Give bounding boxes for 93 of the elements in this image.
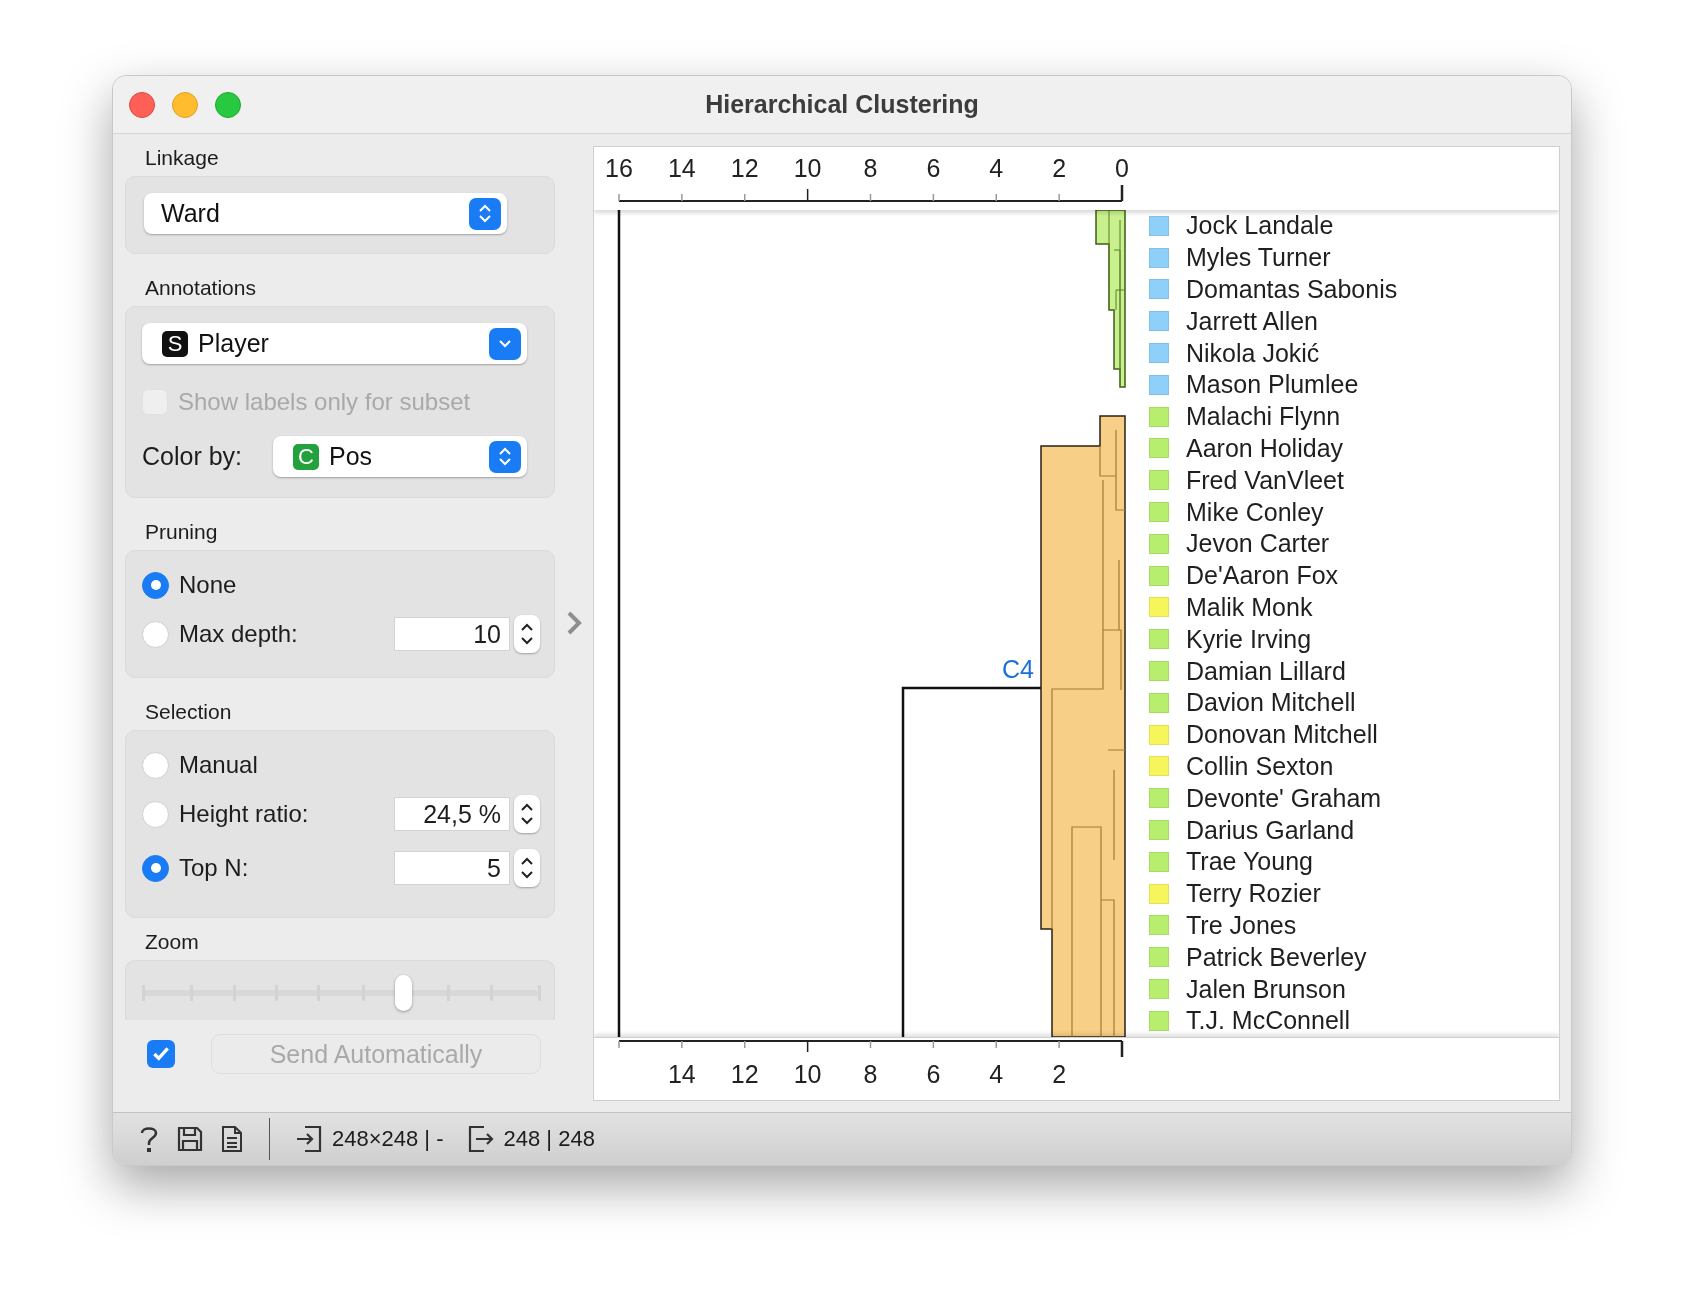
axis-tick-label: 12 xyxy=(730,1060,759,1088)
input-summary: 248×248 | - xyxy=(332,1126,444,1152)
section-label: Annotations xyxy=(145,276,256,299)
leaf-label[interactable]: De'Aaron Fox xyxy=(1186,561,1339,591)
leaf-label[interactable]: T.J. McConnell xyxy=(1186,1006,1350,1036)
categorical-type-badge: C xyxy=(293,443,319,470)
option-label: Height ratio: xyxy=(179,800,310,828)
section-label: Zoom xyxy=(145,930,199,953)
chevron-down-icon xyxy=(521,817,533,825)
leaf-label[interactable]: Devonte' Graham xyxy=(1186,783,1382,813)
stepper-control[interactable] xyxy=(514,795,540,833)
leaf-label[interactable]: Darius Garland xyxy=(1186,815,1355,845)
axis-tick-label: 10 xyxy=(793,1060,822,1088)
close-button[interactable] xyxy=(129,91,155,118)
leaf-label[interactable]: Jevon Carter xyxy=(1186,529,1330,559)
axis-tick-label: 4 xyxy=(989,154,1004,182)
leaf-label[interactable]: Fred VanVleet xyxy=(1186,465,1344,495)
leaf-label[interactable]: Davion Mitchell xyxy=(1186,688,1356,718)
leaf-label[interactable]: Jarrett Allen xyxy=(1186,306,1318,336)
number-field[interactable]: 24,5 % xyxy=(394,797,510,831)
leaf-label[interactable]: Nikola Jokić xyxy=(1186,338,1320,368)
minimize-button[interactable] xyxy=(172,91,198,118)
save-icon[interactable] xyxy=(177,1126,203,1152)
leaf-label[interactable]: Jalen Brunson xyxy=(1186,974,1346,1004)
leaf-label[interactable]: Patrick Beverley xyxy=(1186,942,1367,972)
axis-tick-label: 6 xyxy=(926,1060,941,1088)
section-label: Linkage xyxy=(145,146,219,169)
chevron-down-icon xyxy=(499,458,511,466)
annotation-dropdown[interactable]: S Player xyxy=(142,323,527,364)
stepper-control[interactable] xyxy=(514,615,540,653)
axis-tick-label: 8 xyxy=(863,154,878,182)
axis-tick-label: 0 xyxy=(1115,154,1129,182)
leaf-label[interactable]: Damian Lillard xyxy=(1186,656,1346,686)
zoom-slider[interactable] xyxy=(142,975,538,1011)
leaf-label[interactable]: Trae Young xyxy=(1186,847,1313,877)
linkage-dropdown[interactable]: Ward xyxy=(144,193,507,234)
leaf-label[interactable]: Malachi Flynn xyxy=(1186,402,1341,432)
leaf-label[interactable]: Donovan Mitchell xyxy=(1186,720,1378,750)
chevron-down-icon xyxy=(521,637,533,645)
input-icon xyxy=(296,1125,322,1153)
checkmark-icon xyxy=(151,1044,171,1064)
leaf-label[interactable]: Kyrie Irving xyxy=(1186,624,1312,654)
slider-thumb[interactable] xyxy=(395,975,413,1011)
leaf-label[interactable]: Aaron Holiday xyxy=(1186,433,1344,463)
option-label: Top N: xyxy=(179,854,250,882)
axis-tick-label: 12 xyxy=(730,154,759,182)
color-dropdown[interactable]: C Pos xyxy=(273,436,527,477)
checkbox-label: Show labels only for subset xyxy=(178,388,472,416)
chevron-up-icon xyxy=(521,623,533,631)
chevron-down-icon xyxy=(521,871,533,879)
number-field[interactable]: 5 xyxy=(394,851,510,885)
section-label: Selection xyxy=(145,700,232,723)
axis-tick-label: 2 xyxy=(1052,154,1067,182)
chevron-down-icon xyxy=(479,215,491,223)
section-label: Pruning xyxy=(145,520,218,543)
string-type-badge: S xyxy=(162,330,188,357)
axis-tick-label: 2 xyxy=(1052,1060,1067,1088)
leaf-label[interactable]: Mason Plumlee xyxy=(1186,370,1359,400)
number-field[interactable]: 10 xyxy=(394,617,510,651)
chevron-icon xyxy=(499,339,511,348)
axis-tick-label: 6 xyxy=(926,154,941,182)
leaf-label[interactable]: Terry Rozier xyxy=(1186,879,1321,909)
help-icon[interactable] xyxy=(139,1125,159,1153)
option-label: None xyxy=(179,571,238,599)
stepper-control[interactable] xyxy=(514,849,540,887)
leaf-label[interactable]: Tre Jones xyxy=(1186,910,1297,940)
leaf-label[interactable]: Myles Turner xyxy=(1186,243,1331,273)
chevron-up-icon xyxy=(479,204,491,212)
option-label: Manual xyxy=(179,751,259,779)
chevron-up-icon xyxy=(521,803,533,811)
leaf-label[interactable]: Collin Sexton xyxy=(1186,751,1334,781)
output-icon xyxy=(467,1125,494,1153)
chevron-up-icon xyxy=(499,447,511,455)
chevron-up-icon xyxy=(521,857,533,865)
leaf-label[interactable]: Jock Landale xyxy=(1186,211,1334,241)
axis-tick-label: 14 xyxy=(667,1060,696,1088)
axis-tick-label: 4 xyxy=(989,1060,1004,1088)
axis-tick-label: 10 xyxy=(793,154,822,182)
radio-button[interactable] xyxy=(142,854,169,882)
leaf-label[interactable]: Malik Monk xyxy=(1186,592,1313,622)
cluster-label: C4 xyxy=(1002,655,1034,683)
zoom-button[interactable] xyxy=(215,91,241,118)
radio-button[interactable] xyxy=(142,571,169,599)
window-title: Hierarchical Clustering xyxy=(705,90,979,118)
leaf-label[interactable]: Domantas Sabonis xyxy=(1186,275,1398,304)
output-summary: 248 | 248 xyxy=(503,1126,595,1152)
axis-tick-label: 16 xyxy=(605,154,633,182)
axis-tick-label: 8 xyxy=(863,1060,878,1088)
axis-tick-label: 14 xyxy=(667,154,696,182)
option-label: Max depth: xyxy=(179,620,299,648)
leaf-label[interactable]: Mike Conley xyxy=(1186,497,1324,527)
document-icon[interactable] xyxy=(221,1125,243,1153)
field-label: Color by: xyxy=(142,442,244,471)
